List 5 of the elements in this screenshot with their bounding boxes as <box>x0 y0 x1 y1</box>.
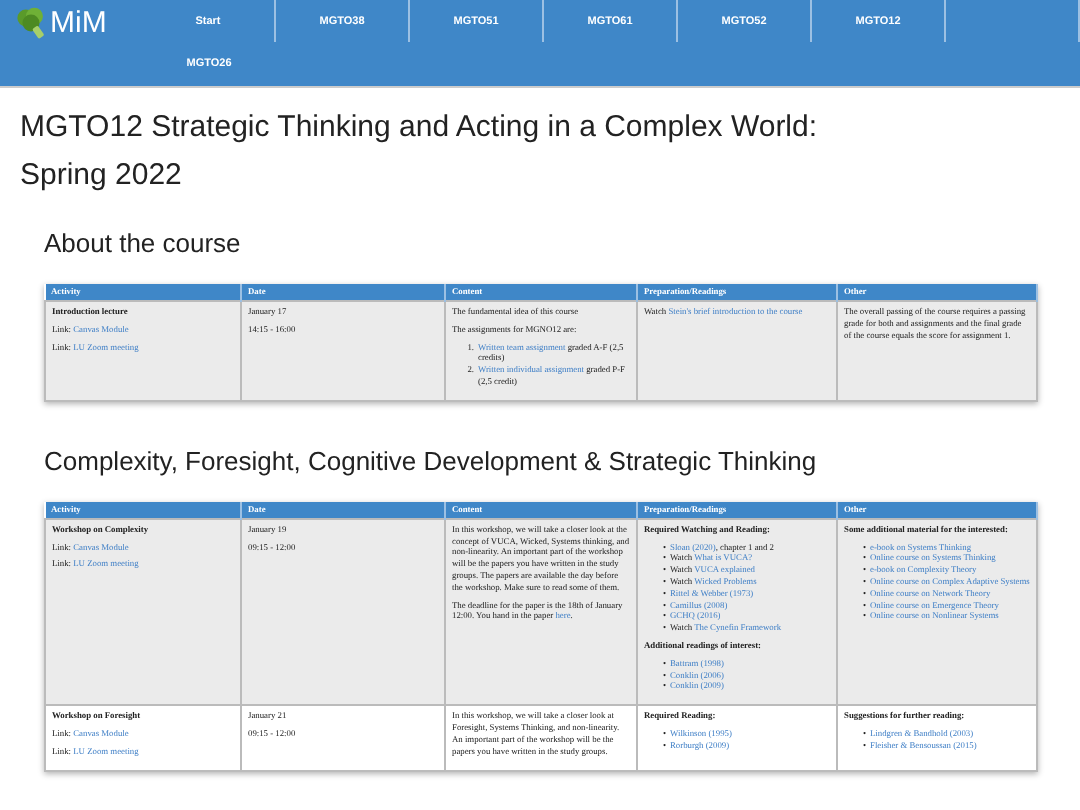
broccoli-icon <box>14 6 48 40</box>
page-title: MGTO12 Strategic Thinking and Acting in a Complex World: Spring 2022 <box>20 108 820 196</box>
section-heading: Complexity, Foresight, Cognitive Development & Strategic Thinking <box>44 445 819 478</box>
logo-text: MiM <box>50 6 107 42</box>
section-heading: About the course <box>44 228 243 260</box>
